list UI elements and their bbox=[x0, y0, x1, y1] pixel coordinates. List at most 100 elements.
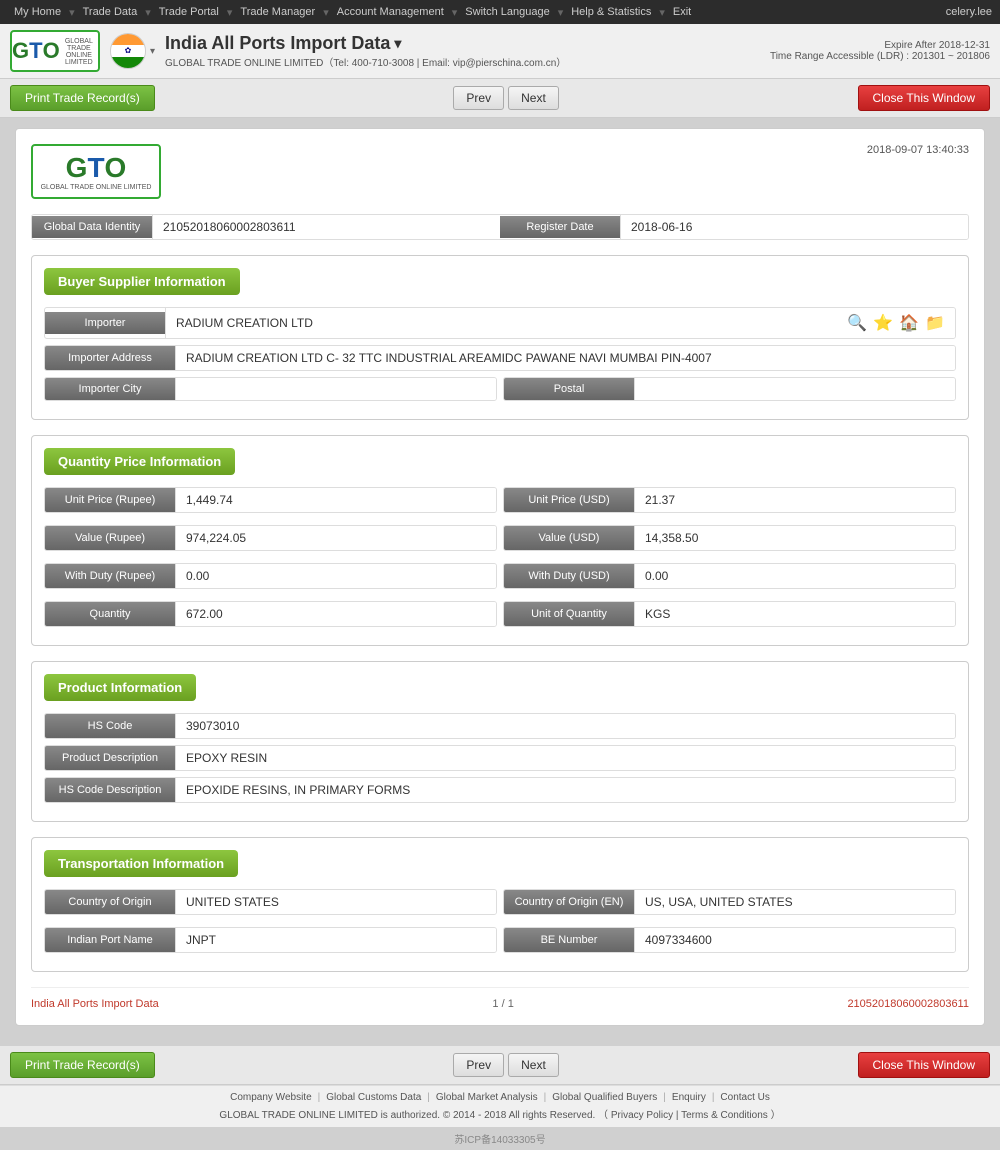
transportation-grid: Country of Origin UNITED STATES Country … bbox=[44, 889, 956, 959]
footer-page-info: 1 / 1 bbox=[492, 998, 513, 1010]
country-of-origin-value: UNITED STATES bbox=[175, 890, 496, 914]
icp-notice: 苏ICP备14033305号 bbox=[0, 1127, 1000, 1150]
hs-code-description-label: HS Code Description bbox=[45, 778, 175, 802]
flag-mid-stripe: ✿ bbox=[111, 45, 145, 56]
flag-bot-stripe bbox=[111, 57, 145, 68]
print-button-top[interactable]: Print Trade Record(s) bbox=[10, 85, 155, 111]
with-duty-usd-row: With Duty (USD) 0.00 bbox=[503, 563, 956, 589]
unit-price-usd-value: 21.37 bbox=[634, 488, 955, 512]
global-data-identity-label: Global Data Identity bbox=[32, 216, 152, 238]
quantity-label: Quantity bbox=[45, 602, 175, 626]
top-action-bar: Print Trade Record(s) Prev Next Close Th… bbox=[0, 79, 1000, 118]
nav-trade-portal[interactable]: Trade Portal bbox=[153, 4, 225, 20]
record-header: G T O GLOBAL TRADE ONLINE LIMITED 2018-0… bbox=[31, 144, 969, 199]
expire-info: Expire After 2018-12-31 bbox=[770, 40, 990, 51]
quantity-price-header: Quantity Price Information bbox=[44, 448, 235, 475]
copyright-text: GLOBAL TRADE ONLINE LIMITED is authorize… bbox=[219, 1110, 608, 1121]
value-rupee-value: 974,224.05 bbox=[175, 526, 496, 550]
unit-of-quantity-row: Unit of Quantity KGS bbox=[503, 601, 956, 627]
buyer-supplier-section: Buyer Supplier Information Importer RADI… bbox=[31, 255, 969, 420]
nav-switch-language[interactable]: Switch Language bbox=[459, 4, 555, 20]
quantity-row: Quantity 672.00 bbox=[44, 601, 497, 627]
importer-action-icons: 🔍 ⭐ 🏠 📁 bbox=[847, 313, 945, 333]
city-postal-grid: Importer City Postal bbox=[44, 377, 956, 407]
logo-subtitle: GLOBAL TRADE ONLINE LIMITED bbox=[60, 38, 98, 66]
hs-code-row: HS Code 39073010 bbox=[44, 713, 956, 739]
logo-g: G bbox=[12, 38, 29, 64]
footer-global-market[interactable]: Global Market Analysis bbox=[436, 1092, 538, 1103]
site-footer: Company Website | Global Customs Data | … bbox=[0, 1085, 1000, 1127]
copyright-end: ） bbox=[771, 1110, 781, 1121]
logo-t: T bbox=[29, 38, 42, 64]
close-button-top[interactable]: Close This Window bbox=[858, 85, 990, 111]
close-button-bottom[interactable]: Close This Window bbox=[858, 1052, 990, 1078]
footer-contact-us[interactable]: Contact Us bbox=[720, 1092, 769, 1103]
terms-conditions-link[interactable]: Terms & Conditions bbox=[681, 1110, 768, 1121]
next-button-bottom[interactable]: Next bbox=[508, 1053, 559, 1077]
hs-code-value: 39073010 bbox=[175, 714, 955, 738]
footer-enquiry[interactable]: Enquiry bbox=[672, 1092, 706, 1103]
be-number-value: 4097334600 bbox=[634, 928, 955, 952]
postal-label: Postal bbox=[504, 378, 634, 400]
flag-area: ✿ ▾ bbox=[110, 33, 155, 69]
unit-price-rupee-row: Unit Price (Rupee) 1,449.74 bbox=[44, 487, 497, 513]
unit-price-rupee-value: 1,449.74 bbox=[175, 488, 496, 512]
footer-sep-4: | bbox=[663, 1092, 666, 1103]
country-of-origin-en-value: US, USA, UNITED STATES bbox=[634, 890, 955, 914]
title-dropdown[interactable]: ▾ bbox=[394, 35, 401, 52]
print-button-bottom[interactable]: Print Trade Record(s) bbox=[10, 1052, 155, 1078]
footer-company-website[interactable]: Company Website bbox=[230, 1092, 312, 1103]
footer-global-qualified[interactable]: Global Qualified Buyers bbox=[552, 1092, 657, 1103]
importer-value-area: RADIUM CREATION LTD 🔍 ⭐ 🏠 📁 bbox=[165, 308, 955, 338]
nav-my-home[interactable]: My Home bbox=[8, 4, 67, 20]
logo-large-subtitle: GLOBAL TRADE ONLINE LIMITED bbox=[41, 184, 152, 191]
country-of-origin-en-row: Country of Origin (EN) US, USA, UNITED S… bbox=[503, 889, 956, 915]
nav-buttons-top: Prev Next bbox=[453, 86, 558, 110]
country-of-origin-row: Country of Origin UNITED STATES bbox=[44, 889, 497, 915]
next-button-top[interactable]: Next bbox=[508, 86, 559, 110]
value-usd-value: 14,358.50 bbox=[634, 526, 955, 550]
gto-logo: G T O GLOBAL TRADE ONLINE LIMITED bbox=[10, 30, 100, 72]
footer-sep-5: | bbox=[712, 1092, 715, 1103]
record-card: G T O GLOBAL TRADE ONLINE LIMITED 2018-0… bbox=[15, 128, 985, 1026]
postal-row: Postal bbox=[503, 377, 956, 401]
page-title: India All Ports Import Data ▾ bbox=[165, 33, 566, 54]
nav-items: My Home ▾ Trade Data ▾ Trade Portal ▾ Tr… bbox=[8, 4, 697, 20]
hs-code-description-value: EPOXIDE RESINS, IN PRIMARY FORMS bbox=[175, 778, 955, 802]
logo-large-g: G bbox=[66, 152, 88, 184]
transportation-section: Transportation Information Country of Or… bbox=[31, 837, 969, 972]
privacy-policy-link[interactable]: Privacy Policy bbox=[611, 1110, 673, 1121]
star-icon[interactable]: ⭐ bbox=[873, 313, 893, 333]
footer-links: Company Website | Global Customs Data | … bbox=[10, 1092, 990, 1103]
footer-global-customs[interactable]: Global Customs Data bbox=[326, 1092, 421, 1103]
search-icon[interactable]: 🔍 bbox=[847, 313, 867, 333]
with-duty-usd-value: 0.00 bbox=[634, 564, 955, 588]
footer-link[interactable]: India All Ports Import Data bbox=[31, 998, 159, 1010]
with-duty-rupee-label: With Duty (Rupee) bbox=[45, 564, 175, 588]
nav-help-statistics[interactable]: Help & Statistics bbox=[565, 4, 657, 20]
with-duty-rupee-value: 0.00 bbox=[175, 564, 496, 588]
indian-port-name-row: Indian Port Name JNPT bbox=[44, 927, 497, 953]
nav-account-management[interactable]: Account Management bbox=[331, 4, 450, 20]
importer-address-row: Importer Address RADIUM CREATION LTD C- … bbox=[44, 345, 956, 371]
value-rupee-row: Value (Rupee) 974,224.05 bbox=[44, 525, 497, 551]
footer-record-id: 21052018060002803611 bbox=[847, 998, 969, 1010]
nav-exit[interactable]: Exit bbox=[667, 4, 697, 20]
record-footer: India All Ports Import Data 1 / 1 210520… bbox=[31, 987, 969, 1010]
page-title-area: India All Ports Import Data ▾ GLOBAL TRA… bbox=[165, 33, 566, 69]
with-duty-usd-label: With Duty (USD) bbox=[504, 564, 634, 588]
nav-trade-data[interactable]: Trade Data bbox=[77, 4, 144, 20]
product-description-row: Product Description EPOXY RESIN bbox=[44, 745, 956, 771]
nav-trade-manager[interactable]: Trade Manager bbox=[234, 4, 321, 20]
postal-value bbox=[634, 378, 955, 400]
house-icon[interactable]: 🏠 bbox=[899, 313, 919, 333]
folder-icon[interactable]: 📁 bbox=[925, 313, 945, 333]
prev-button-top[interactable]: Prev bbox=[453, 86, 504, 110]
flag-dropdown-arrow[interactable]: ▾ bbox=[150, 46, 155, 57]
quantity-price-section: Quantity Price Information Unit Price (R… bbox=[31, 435, 969, 646]
gto-logo-large: G T O GLOBAL TRADE ONLINE LIMITED bbox=[31, 144, 161, 199]
hs-code-label: HS Code bbox=[45, 714, 175, 738]
importer-row: Importer RADIUM CREATION LTD 🔍 ⭐ 🏠 📁 bbox=[44, 307, 956, 339]
with-duty-rupee-row: With Duty (Rupee) 0.00 bbox=[44, 563, 497, 589]
prev-button-bottom[interactable]: Prev bbox=[453, 1053, 504, 1077]
